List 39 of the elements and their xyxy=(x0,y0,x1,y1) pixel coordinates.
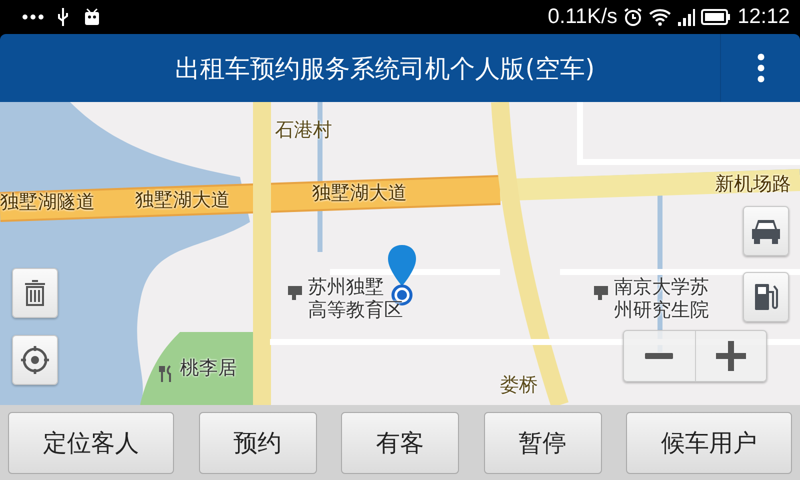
action-button[interactable]: 预约 xyxy=(198,412,316,474)
car-icon xyxy=(750,217,782,245)
signal-icon xyxy=(677,8,696,26)
action-button[interactable]: 定位客人 xyxy=(8,412,174,474)
place-label: 石港村 xyxy=(275,118,332,142)
road-label: 独墅湖大道 xyxy=(312,181,407,205)
locate-button[interactable] xyxy=(12,335,58,385)
road-label: 新机场路 xyxy=(715,172,791,196)
delete-button[interactable] xyxy=(12,268,58,318)
gas-station-button[interactable] xyxy=(743,272,789,322)
usb-icon xyxy=(56,7,70,27)
restaurant-label: 桃李居 xyxy=(180,356,237,380)
window-title: 出租车预约服务系统司机个人版(空车) xyxy=(174,52,596,84)
poi-label: 州研究生院 xyxy=(614,298,709,322)
road-label: 独墅湖隧道 xyxy=(0,190,95,214)
poi-label: 苏州独墅 xyxy=(308,275,384,299)
building-icon xyxy=(287,284,303,302)
road-label: 独墅湖大道 xyxy=(135,188,230,212)
action-button[interactable]: 有客 xyxy=(341,412,459,474)
fuel-pump-icon xyxy=(753,282,779,312)
traffic-button[interactable] xyxy=(743,206,789,256)
poi-label: 高等教育区 xyxy=(308,298,403,322)
clock: 12:12 xyxy=(737,5,790,29)
building-icon xyxy=(593,284,609,302)
wifi-icon xyxy=(649,8,672,26)
alarm-icon xyxy=(623,7,644,27)
robot-icon xyxy=(82,7,102,27)
place-label: 娄桥 xyxy=(500,373,538,397)
minus-icon xyxy=(645,353,674,359)
battery-icon xyxy=(701,9,732,25)
plus-icon xyxy=(716,341,746,371)
network-speed: 0.11K/s xyxy=(548,5,618,29)
trash-icon xyxy=(24,280,46,306)
action-button[interactable]: 候车用户 xyxy=(626,412,792,474)
locate-icon xyxy=(20,345,50,375)
menu-icon xyxy=(756,53,764,83)
action-button[interactable]: 暂停 xyxy=(484,412,602,474)
more-icon xyxy=(22,14,44,20)
poi-label: 南京大学苏 xyxy=(614,275,709,299)
